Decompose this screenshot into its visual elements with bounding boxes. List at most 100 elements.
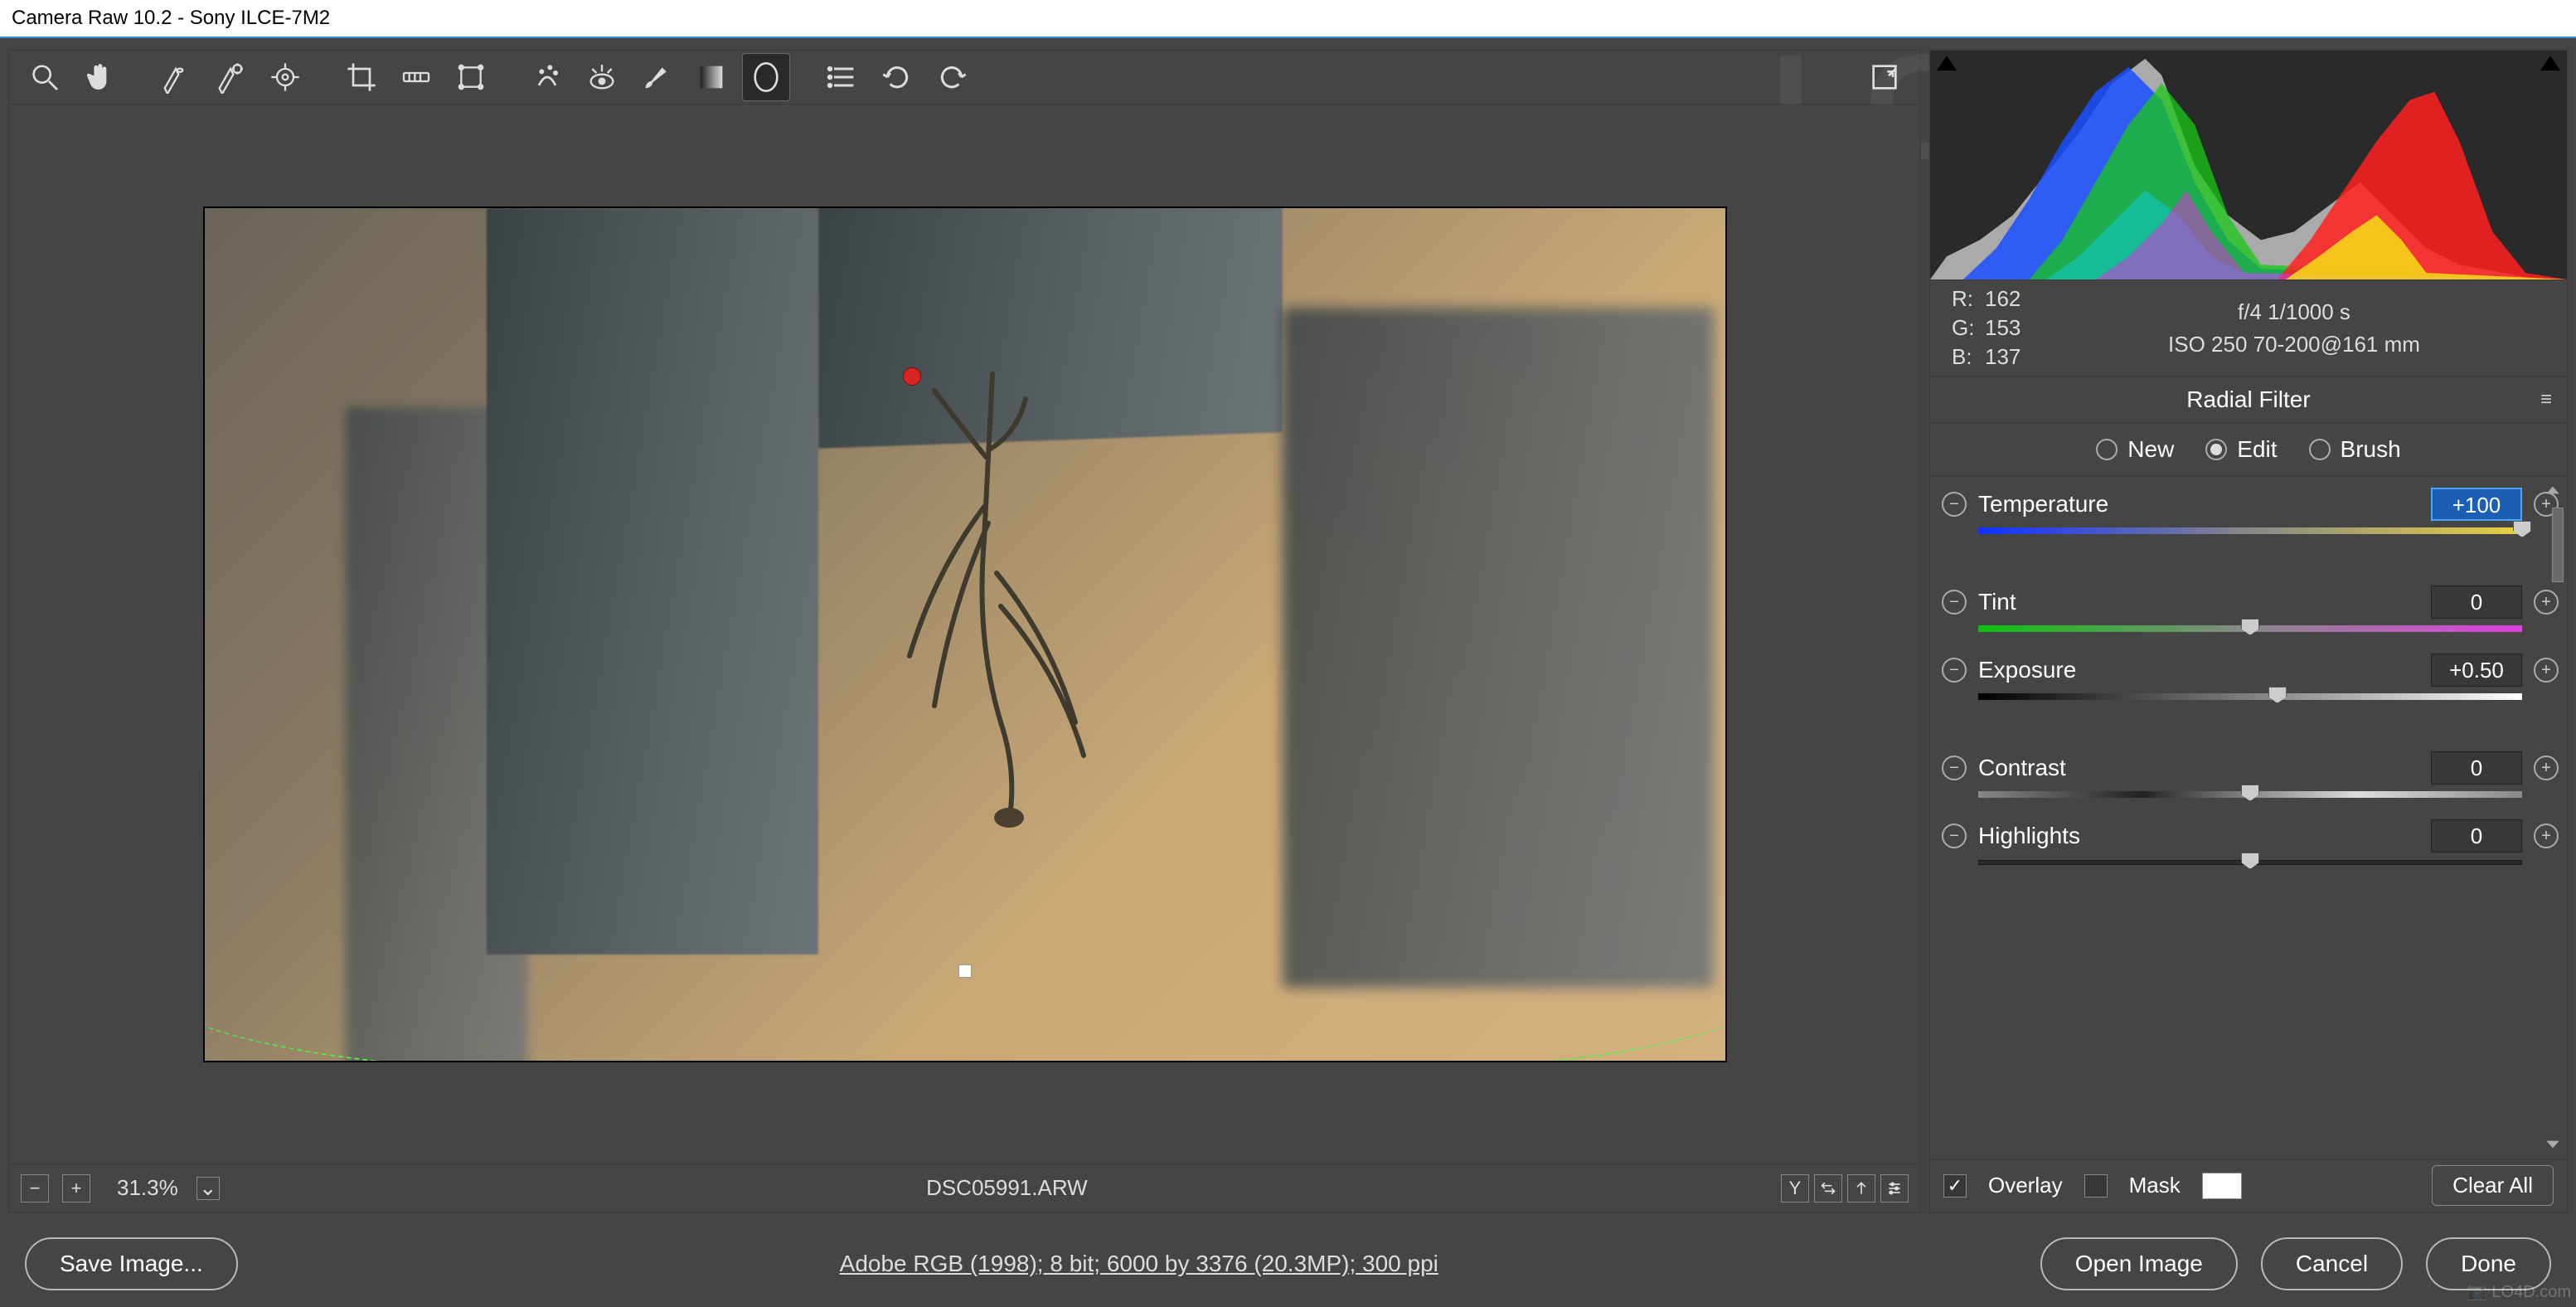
zoom-level[interactable]: 31.3% ⌄ xyxy=(104,1172,233,1204)
slider-contrast-label: Contrast xyxy=(1978,755,2419,781)
slider-highlights-thumb[interactable] xyxy=(2241,853,2259,869)
slider-temperature-track[interactable] xyxy=(1978,526,2522,536)
sliders-icon[interactable] xyxy=(1880,1174,1909,1203)
slider-highlights-plus[interactable]: + xyxy=(2534,824,2559,848)
preview-area[interactable] xyxy=(8,104,1921,1164)
slider-exposure-thumb[interactable] xyxy=(2268,687,2287,703)
brush-icon[interactable] xyxy=(633,53,681,101)
slider-contrast-minus[interactable]: − xyxy=(1942,756,1967,780)
compare-y-icon[interactable]: Y xyxy=(1781,1174,1809,1203)
mask-color-swatch[interactable] xyxy=(2202,1173,2242,1199)
rotate-cw-icon[interactable] xyxy=(928,53,976,101)
slider-highlights-value[interactable]: 0 xyxy=(2431,819,2522,853)
panel-title-text: Radial Filter xyxy=(2186,386,2310,413)
r-value: 162 xyxy=(1985,286,2043,312)
radial-filter-icon[interactable] xyxy=(742,53,790,101)
slider-tint-plus[interactable]: + xyxy=(2534,590,2559,615)
slider-exposure-track[interactable] xyxy=(1978,692,2522,702)
zoom-out-button[interactable]: − xyxy=(21,1174,49,1203)
slider-contrast-plus[interactable]: + xyxy=(2534,756,2559,780)
info-panel: R:162 G:153 B:137 f/4 1/1000 s ISO 250 7… xyxy=(1929,280,2568,377)
slider-tint-label: Tint xyxy=(1978,589,2419,615)
image-preview[interactable] xyxy=(203,206,1727,1062)
target-adjust-icon[interactable] xyxy=(261,53,309,101)
slider-contrast-track[interactable] xyxy=(1978,790,2522,799)
mode-brush[interactable]: Brush xyxy=(2309,436,2401,463)
slider-contrast-value[interactable]: 0 xyxy=(2431,751,2522,785)
cancel-button[interactable]: Cancel xyxy=(2261,1237,2403,1290)
mode-brush-label: Brush xyxy=(2341,436,2401,463)
scroll-down-icon[interactable] xyxy=(2544,1135,2562,1154)
slider-temperature: −Temperature+100+ xyxy=(1942,488,2559,536)
mode-new[interactable]: New xyxy=(2096,436,2174,463)
transform-icon[interactable] xyxy=(447,53,495,101)
filename: DSC05991.ARW xyxy=(246,1175,1768,1201)
presets-icon[interactable] xyxy=(818,53,866,101)
panel-title: Radial Filter ≡ xyxy=(1929,377,2568,423)
crop-icon[interactable] xyxy=(337,53,386,101)
slider-exposure-value[interactable]: +0.50 xyxy=(2431,654,2522,687)
workflow-link[interactable]: Adobe RGB (1998); 8 bit; 6000 by 3376 (2… xyxy=(260,1251,2019,1277)
slider-exposure-label: Exposure xyxy=(1978,657,2419,683)
mode-edit[interactable]: Edit xyxy=(2205,436,2277,463)
swap-icon[interactable] xyxy=(1814,1174,1842,1203)
slider-highlights-minus[interactable]: − xyxy=(1942,824,1967,848)
slider-highlights-track[interactable] xyxy=(1978,858,2522,867)
slider-tint-value[interactable]: 0 xyxy=(2431,585,2522,619)
b-value: 137 xyxy=(1985,344,2043,370)
chevron-down-icon[interactable]: ⌄ xyxy=(196,1177,220,1200)
slider-exposure-plus[interactable]: + xyxy=(2534,658,2559,683)
radial-filter-handle[interactable] xyxy=(958,964,972,978)
watermark-small: 📷 LO4D.com xyxy=(2467,1281,2571,1302)
spot-removal-icon[interactable] xyxy=(523,53,571,101)
mask-checkbox[interactable] xyxy=(2084,1174,2108,1198)
exif-line1: f/4 1/1000 s xyxy=(2043,296,2545,328)
toolbar xyxy=(8,50,1921,104)
r-label: R: xyxy=(1952,286,1985,312)
overlay-label: Overlay xyxy=(1988,1173,2063,1198)
slider-temperature-thumb[interactable] xyxy=(2513,521,2531,537)
scroll-up-icon[interactable] xyxy=(2544,481,2562,499)
slider-temperature-label: Temperature xyxy=(1978,491,2419,517)
gradient-icon[interactable] xyxy=(687,53,735,101)
rotate-ccw-icon[interactable] xyxy=(873,53,921,101)
white-balance-icon[interactable] xyxy=(152,53,200,101)
clear-all-button[interactable]: Clear All xyxy=(2432,1165,2554,1206)
open-image-button[interactable]: Open Image xyxy=(2040,1237,2238,1290)
zoom-icon[interactable] xyxy=(21,53,69,101)
window-title: Camera Raw 10.2 - Sony ILCE-7M2 xyxy=(0,0,2576,38)
zoom-in-button[interactable]: + xyxy=(62,1174,90,1203)
shadow-clipping-icon[interactable] xyxy=(1937,56,1957,70)
slider-tint-minus[interactable]: − xyxy=(1942,590,1967,615)
scrollbar-thumb[interactable] xyxy=(2552,508,2564,582)
g-value: 153 xyxy=(1985,315,2043,341)
histogram[interactable] xyxy=(1929,50,2568,280)
slider-temperature-minus[interactable]: − xyxy=(1942,492,1967,517)
straighten-icon[interactable] xyxy=(392,53,440,101)
sliders-panel: −Temperature+100+−Tint0+−Exposure+0.50+−… xyxy=(1929,476,2568,1159)
copy-settings-icon[interactable] xyxy=(1847,1174,1875,1203)
fullscreen-icon[interactable] xyxy=(1860,53,1909,101)
slider-exposure-minus[interactable]: − xyxy=(1942,658,1967,683)
slider-temperature-value[interactable]: +100 xyxy=(2431,488,2522,521)
slider-highlights-label: Highlights xyxy=(1978,823,2419,849)
overlay-checkbox[interactable] xyxy=(1943,1174,1967,1198)
slider-contrast-thumb[interactable] xyxy=(2241,785,2259,801)
radial-filter-pin[interactable] xyxy=(903,367,921,386)
slider-tint-thumb[interactable] xyxy=(2241,619,2259,635)
slider-highlights: −Highlights 0 + xyxy=(1942,819,2559,867)
g-label: G: xyxy=(1952,315,1985,341)
mode-new-label: New xyxy=(2127,436,2174,463)
slider-tint: −Tint 0 + xyxy=(1942,585,2559,634)
color-sampler-icon[interactable] xyxy=(206,53,255,101)
panel-menu-icon[interactable]: ≡ xyxy=(2540,388,2552,411)
zoom-value: 31.3% xyxy=(117,1175,178,1201)
mode-edit-label: Edit xyxy=(2237,436,2277,463)
highlight-clipping-icon[interactable] xyxy=(2540,56,2560,70)
radial-filter-outline[interactable] xyxy=(203,855,1727,1062)
hand-icon[interactable] xyxy=(75,53,124,101)
slider-tint-track[interactable] xyxy=(1978,624,2522,634)
save-image-button[interactable]: Save Image... xyxy=(25,1237,238,1290)
options-row: Overlay Mask Clear All xyxy=(1929,1159,2568,1212)
red-eye-icon[interactable] xyxy=(578,53,626,101)
